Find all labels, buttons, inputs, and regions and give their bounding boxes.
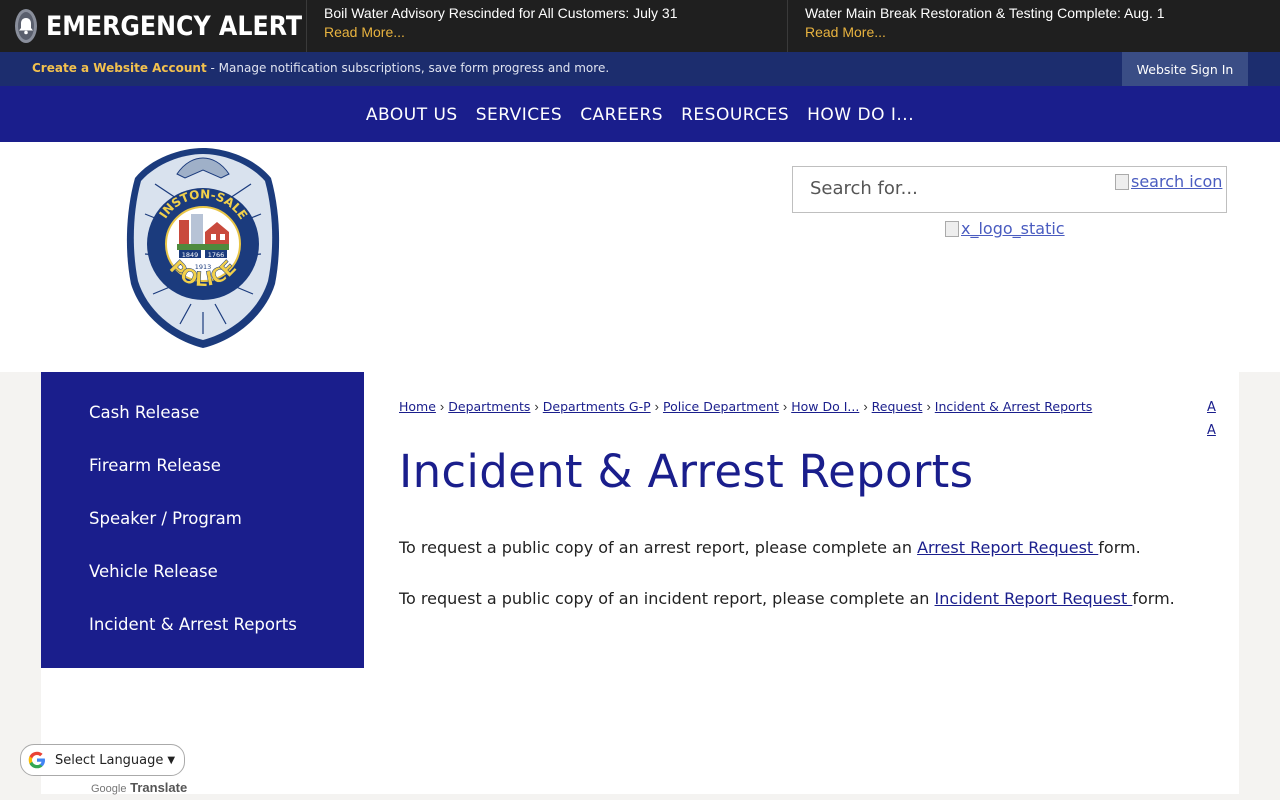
alert-item: Boil Water Advisory Rescinded for All Cu… (307, 0, 788, 52)
alert-read-more-link[interactable]: Read More... (805, 24, 1280, 40)
font-size-increase-button[interactable]: A (1207, 400, 1216, 415)
nav-how-do-i[interactable]: HOW DO I... (807, 103, 914, 125)
arrest-report-request-link[interactable]: Arrest Report Request (917, 538, 1098, 557)
alert-text: Water Main Break Restoration & Testing C… (805, 5, 1165, 21)
chevron-down-icon: ▼ (167, 754, 176, 766)
alert-read-more-link[interactable]: Read More... (324, 24, 787, 40)
sidebar-item-speaker-program[interactable]: Speaker / Program (41, 498, 364, 551)
account-message: Create a Website Account - Manage notifi… (32, 61, 609, 75)
paragraph-text: form. (1098, 538, 1141, 557)
sidebar-item-cash-release[interactable]: Cash Release (41, 392, 364, 445)
bell-icon (15, 9, 37, 43)
breadcrumb-home[interactable]: Home (399, 399, 436, 414)
svg-text:1913: 1913 (195, 263, 212, 271)
breadcrumb-how-do-i[interactable]: How Do I... (791, 399, 859, 414)
translate-link[interactable]: Translate (130, 780, 187, 795)
emergency-alert-bar: EMERGENCY ALERT Boil Water Advisory Resc… (0, 0, 1280, 52)
arrest-report-paragraph: To request a public copy of an arrest re… (399, 538, 1141, 557)
breadcrumb-departments-g-p[interactable]: Departments G-P (543, 399, 651, 414)
main-nav: ABOUT US SERVICES CAREERS RESOURCES HOW … (0, 86, 1280, 142)
language-select-label: Select Language (55, 752, 164, 768)
alert-text: Boil Water Advisory Rescinded for All Cu… (324, 5, 678, 21)
sidebar-item-vehicle-release[interactable]: Vehicle Release (41, 551, 364, 604)
nav-about-us[interactable]: ABOUT US (366, 103, 458, 125)
page-title: Incident & Arrest Reports (399, 445, 974, 498)
alert-item: Water Main Break Restoration & Testing C… (788, 0, 1280, 52)
breadcrumb-departments[interactable]: Departments (448, 399, 530, 414)
account-description: - Manage notification subscriptions, sav… (206, 61, 610, 75)
create-account-link[interactable]: Create a Website Account (32, 61, 207, 75)
language-select[interactable]: Select Language ▼ (20, 744, 185, 776)
paragraph-text: To request a public copy of an arrest re… (399, 538, 918, 557)
font-size-decrease-button[interactable]: A (1207, 423, 1216, 438)
sidebar-item-incident-arrest-reports[interactable]: Incident & Arrest Reports (41, 604, 364, 657)
broken-image-icon (945, 220, 959, 237)
search-input[interactable] (810, 178, 1110, 199)
site-header: WINSTON-SALEM POLICE 1849 1766 1913 (0, 142, 1280, 372)
emergency-alert-brand: EMERGENCY ALERT (0, 0, 307, 52)
account-bar: Create a Website Account - Manage notifi… (0, 52, 1280, 86)
svg-text:1766: 1766 (208, 251, 225, 259)
nav-careers[interactable]: CAREERS (580, 103, 663, 125)
powered-by-google: Google Translate (91, 780, 187, 795)
x-logo-alt: x_logo_static (961, 219, 1065, 238)
x-logo-icon[interactable]: x_logo_static (945, 219, 1065, 238)
google-g-icon (28, 751, 45, 769)
sidebar-item-firearm-release[interactable]: Firearm Release (41, 445, 364, 498)
incident-report-request-link[interactable]: Incident Report Request (935, 589, 1133, 608)
breadcrumb-current[interactable]: Incident & Arrest Reports (935, 399, 1092, 414)
police-badge-logo[interactable]: WINSTON-SALEM POLICE 1849 1766 1913 (125, 144, 281, 350)
nav-services[interactable]: SERVICES (476, 103, 562, 125)
search-icon[interactable]: search icon (1115, 172, 1222, 191)
broken-image-icon (1115, 173, 1129, 190)
emergency-alert-title: EMERGENCY ALERT (46, 10, 303, 42)
svg-text:1849: 1849 (182, 251, 199, 259)
website-sign-in-button[interactable]: Website Sign In (1122, 52, 1248, 86)
paragraph-text: To request a public copy of an incident … (399, 589, 935, 608)
breadcrumb: Home › Departments › Departments G-P › Police … (399, 399, 1093, 414)
paragraph-text: form. (1132, 589, 1175, 608)
incident-report-paragraph: To request a public copy of an incident … (399, 589, 1175, 608)
breadcrumb-request[interactable]: Request (872, 399, 923, 414)
google-wordmark: Google (91, 783, 127, 795)
sidebar-nav: Cash Release Firearm Release Speaker / P… (41, 372, 364, 668)
search-icon-alt: search icon (1131, 172, 1223, 191)
nav-resources[interactable]: RESOURCES (681, 103, 789, 125)
breadcrumb-police-department[interactable]: Police Department (663, 399, 779, 414)
